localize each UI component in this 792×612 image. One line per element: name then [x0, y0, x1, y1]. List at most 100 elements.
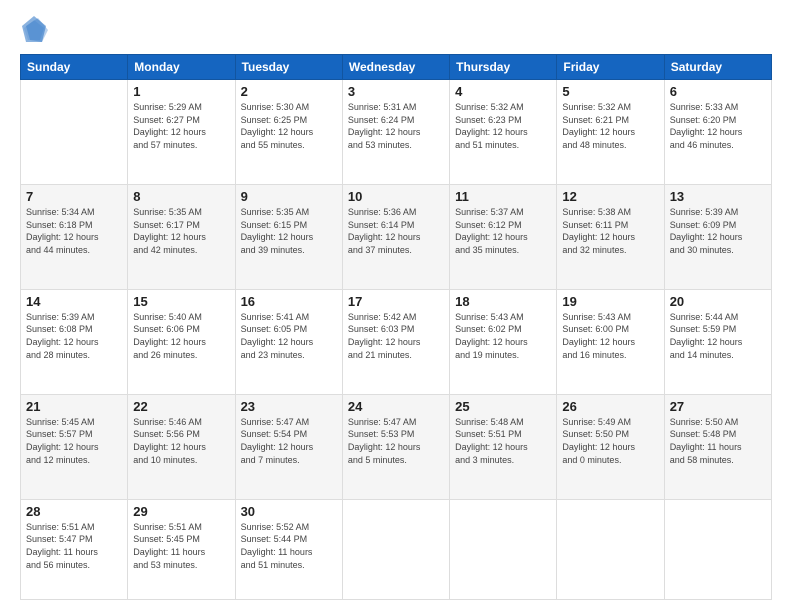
calendar-week-row: 28 Sunrise: 5:51 AM Sunset: 5:47 PM Dayli… — [21, 499, 772, 599]
calendar-cell: 10 Sunrise: 5:36 AM Sunset: 6:14 PM Dayli… — [342, 184, 449, 289]
day-number: 18 — [455, 294, 551, 309]
weekday-header: Friday — [557, 55, 664, 80]
weekday-header: Sunday — [21, 55, 128, 80]
calendar-cell: 28 Sunrise: 5:51 AM Sunset: 5:47 PM Dayli… — [21, 499, 128, 599]
cell-info: Sunrise: 5:35 AM Sunset: 6:17 PM Dayligh… — [133, 206, 229, 256]
day-number: 4 — [455, 84, 551, 99]
calendar-cell: 18 Sunrise: 5:43 AM Sunset: 6:02 PM Dayli… — [450, 289, 557, 394]
cell-info: Sunrise: 5:35 AM Sunset: 6:15 PM Dayligh… — [241, 206, 337, 256]
day-number: 26 — [562, 399, 658, 414]
calendar-cell: 2 Sunrise: 5:30 AM Sunset: 6:25 PM Daylig… — [235, 80, 342, 185]
day-number: 12 — [562, 189, 658, 204]
cell-info: Sunrise: 5:44 AM Sunset: 5:59 PM Dayligh… — [670, 311, 766, 361]
day-number: 11 — [455, 189, 551, 204]
calendar-cell: 20 Sunrise: 5:44 AM Sunset: 5:59 PM Dayli… — [664, 289, 771, 394]
cell-info: Sunrise: 5:37 AM Sunset: 6:12 PM Dayligh… — [455, 206, 551, 256]
weekday-header: Tuesday — [235, 55, 342, 80]
day-number: 30 — [241, 504, 337, 519]
calendar-cell: 21 Sunrise: 5:45 AM Sunset: 5:57 PM Dayli… — [21, 394, 128, 499]
day-number: 7 — [26, 189, 122, 204]
cell-info: Sunrise: 5:50 AM Sunset: 5:48 PM Dayligh… — [670, 416, 766, 466]
calendar-cell — [557, 499, 664, 599]
cell-info: Sunrise: 5:43 AM Sunset: 6:02 PM Dayligh… — [455, 311, 551, 361]
calendar-cell: 8 Sunrise: 5:35 AM Sunset: 6:17 PM Daylig… — [128, 184, 235, 289]
day-number: 25 — [455, 399, 551, 414]
weekday-header: Saturday — [664, 55, 771, 80]
logo-icon — [20, 16, 48, 44]
day-number: 2 — [241, 84, 337, 99]
calendar-cell: 13 Sunrise: 5:39 AM Sunset: 6:09 PM Dayli… — [664, 184, 771, 289]
calendar-week-row: 7 Sunrise: 5:34 AM Sunset: 6:18 PM Daylig… — [21, 184, 772, 289]
cell-info: Sunrise: 5:34 AM Sunset: 6:18 PM Dayligh… — [26, 206, 122, 256]
calendar-cell: 5Sunrise: 5:32 AM Sunset: 6:21 PM Daylig… — [557, 80, 664, 185]
calendar-cell: 22 Sunrise: 5:46 AM Sunset: 5:56 PM Dayli… — [128, 394, 235, 499]
day-number: 3 — [348, 84, 444, 99]
cell-info: Sunrise: 5:39 AM Sunset: 6:09 PM Dayligh… — [670, 206, 766, 256]
day-number: 28 — [26, 504, 122, 519]
calendar-cell — [21, 80, 128, 185]
cell-info: Sunrise: 5:45 AM Sunset: 5:57 PM Dayligh… — [26, 416, 122, 466]
page: SundayMondayTuesdayWednesdayThursdayFrid… — [0, 0, 792, 612]
calendar-cell: 26 Sunrise: 5:49 AM Sunset: 5:50 PM Dayli… — [557, 394, 664, 499]
weekday-header: Thursday — [450, 55, 557, 80]
calendar-cell: 29 Sunrise: 5:51 AM Sunset: 5:45 PM Dayli… — [128, 499, 235, 599]
calendar-week-row: 21 Sunrise: 5:45 AM Sunset: 5:57 PM Dayli… — [21, 394, 772, 499]
day-number: 6 — [670, 84, 766, 99]
cell-info: Sunrise: 5:51 AM Sunset: 5:47 PM Dayligh… — [26, 521, 122, 571]
day-number: 23 — [241, 399, 337, 414]
calendar-cell: 14 Sunrise: 5:39 AM Sunset: 6:08 PM Dayli… — [21, 289, 128, 394]
calendar-cell: 1Sunrise: 5:29 AM Sunset: 6:27 PM Daylig… — [128, 80, 235, 185]
day-number: 20 — [670, 294, 766, 309]
day-number: 9 — [241, 189, 337, 204]
calendar-cell: 3 Sunrise: 5:31 AM Sunset: 6:24 PM Daylig… — [342, 80, 449, 185]
cell-info: Sunrise: 5:52 AM Sunset: 5:44 PM Dayligh… — [241, 521, 337, 571]
cell-info: Sunrise: 5:41 AM Sunset: 6:05 PM Dayligh… — [241, 311, 337, 361]
calendar-week-row: 14 Sunrise: 5:39 AM Sunset: 6:08 PM Dayli… — [21, 289, 772, 394]
cell-info: Sunrise: 5:48 AM Sunset: 5:51 PM Dayligh… — [455, 416, 551, 466]
day-number: 5 — [562, 84, 658, 99]
cell-info: Sunrise: 5:31 AM Sunset: 6:24 PM Dayligh… — [348, 101, 444, 151]
cell-info: Sunrise: 5:43 AM Sunset: 6:00 PM Dayligh… — [562, 311, 658, 361]
calendar-cell — [342, 499, 449, 599]
cell-info: Sunrise: 5:39 AM Sunset: 6:08 PM Dayligh… — [26, 311, 122, 361]
day-number: 17 — [348, 294, 444, 309]
calendar-cell — [664, 499, 771, 599]
calendar-cell: 6 Sunrise: 5:33 AM Sunset: 6:20 PM Daylig… — [664, 80, 771, 185]
cell-info: Sunrise: 5:42 AM Sunset: 6:03 PM Dayligh… — [348, 311, 444, 361]
cell-info: Sunrise: 5:36 AM Sunset: 6:14 PM Dayligh… — [348, 206, 444, 256]
day-number: 13 — [670, 189, 766, 204]
logo — [20, 16, 52, 44]
cell-info: Sunrise: 5:51 AM Sunset: 5:45 PM Dayligh… — [133, 521, 229, 571]
day-number: 14 — [26, 294, 122, 309]
cell-info: Sunrise: 5:30 AM Sunset: 6:25 PM Dayligh… — [241, 101, 337, 151]
cell-info: Sunrise: 5:38 AM Sunset: 6:11 PM Dayligh… — [562, 206, 658, 256]
day-number: 27 — [670, 399, 766, 414]
calendar-cell: 24Sunrise: 5:47 AM Sunset: 5:53 PM Dayli… — [342, 394, 449, 499]
day-number: 8 — [133, 189, 229, 204]
calendar-cell: 23Sunrise: 5:47 AM Sunset: 5:54 PM Dayli… — [235, 394, 342, 499]
day-number: 10 — [348, 189, 444, 204]
cell-info: Sunrise: 5:33 AM Sunset: 6:20 PM Dayligh… — [670, 101, 766, 151]
calendar-cell: 16Sunrise: 5:41 AM Sunset: 6:05 PM Dayli… — [235, 289, 342, 394]
calendar-cell: 9 Sunrise: 5:35 AM Sunset: 6:15 PM Daylig… — [235, 184, 342, 289]
day-number: 19 — [562, 294, 658, 309]
cell-info: Sunrise: 5:46 AM Sunset: 5:56 PM Dayligh… — [133, 416, 229, 466]
header — [20, 16, 772, 44]
calendar-cell: 7 Sunrise: 5:34 AM Sunset: 6:18 PM Daylig… — [21, 184, 128, 289]
day-number: 21 — [26, 399, 122, 414]
calendar-cell: 17 Sunrise: 5:42 AM Sunset: 6:03 PM Dayli… — [342, 289, 449, 394]
calendar-cell: 15Sunrise: 5:40 AM Sunset: 6:06 PM Dayli… — [128, 289, 235, 394]
calendar-cell — [450, 499, 557, 599]
day-number: 29 — [133, 504, 229, 519]
calendar-cell: 11 Sunrise: 5:37 AM Sunset: 6:12 PM Dayli… — [450, 184, 557, 289]
calendar-cell: 19 Sunrise: 5:43 AM Sunset: 6:00 PM Dayli… — [557, 289, 664, 394]
calendar-table: SundayMondayTuesdayWednesdayThursdayFrid… — [20, 54, 772, 600]
cell-info: Sunrise: 5:49 AM Sunset: 5:50 PM Dayligh… — [562, 416, 658, 466]
cell-info: Sunrise: 5:32 AM Sunset: 6:23 PM Dayligh… — [455, 101, 551, 151]
weekday-header: Wednesday — [342, 55, 449, 80]
calendar-cell: 30 Sunrise: 5:52 AM Sunset: 5:44 PM Dayli… — [235, 499, 342, 599]
weekday-header: Monday — [128, 55, 235, 80]
day-number: 22 — [133, 399, 229, 414]
calendar-week-row: 1Sunrise: 5:29 AM Sunset: 6:27 PM Daylig… — [21, 80, 772, 185]
cell-info: Sunrise: 5:47 AM Sunset: 5:53 PM Dayligh… — [348, 416, 444, 466]
